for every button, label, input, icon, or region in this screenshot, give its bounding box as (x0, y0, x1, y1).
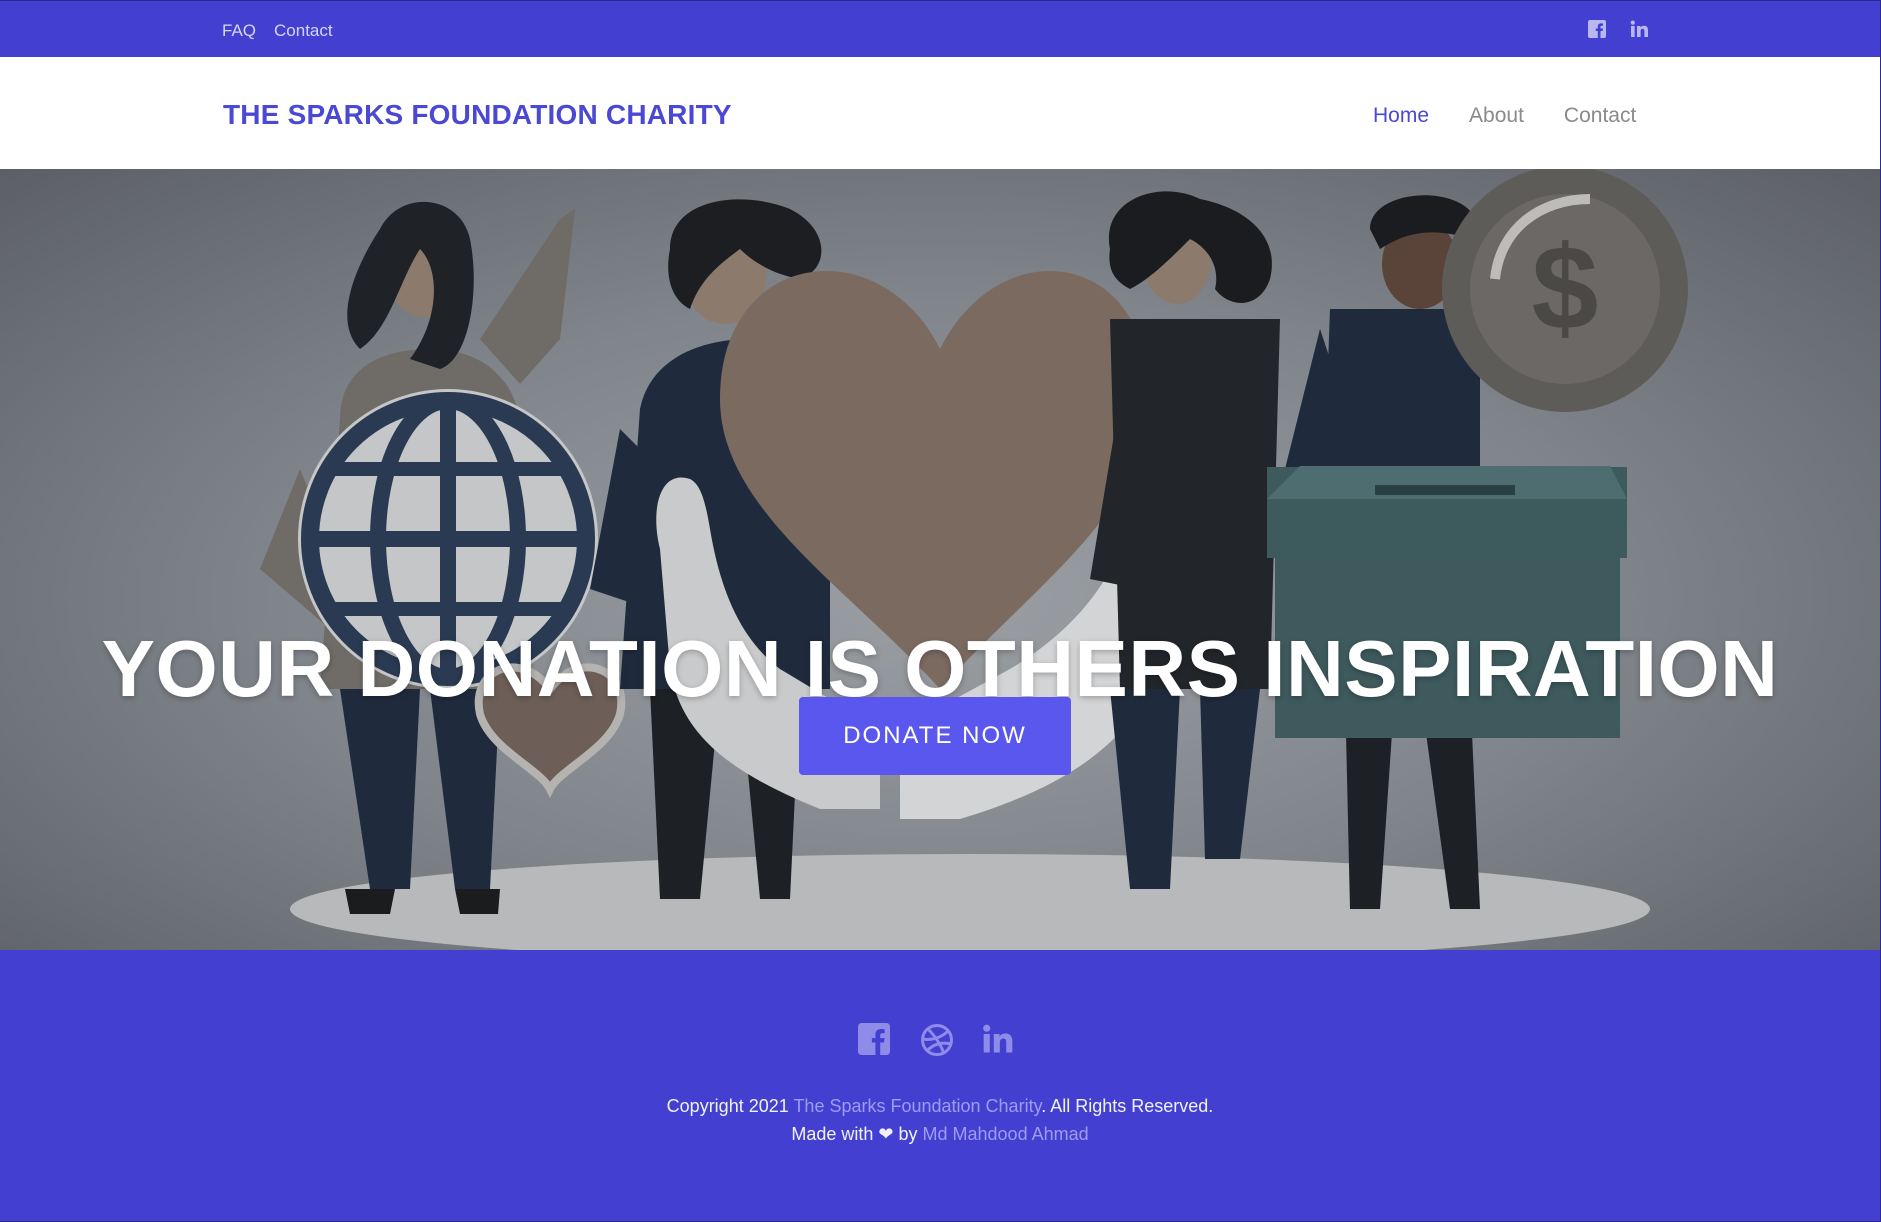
main-nav: Home About Contact (1373, 104, 1636, 128)
person-left-figure (260, 201, 626, 914)
linkedin-icon[interactable] (982, 1023, 1014, 1057)
author-link[interactable]: Md Mahdood Ahmad (923, 1124, 1089, 1144)
heart-icon: ❤ (878, 1124, 894, 1144)
footer-social (858, 1023, 1014, 1057)
svg-text:$: $ (1532, 221, 1599, 355)
dribbble-icon[interactable] (920, 1023, 953, 1057)
copyright-prefix: Copyright 2021 (666, 1096, 794, 1116)
main-navbar: THE SPARKS FOUNDATION CHARITY Home About… (0, 57, 1881, 169)
nav-item-home[interactable]: Home (1373, 104, 1429, 128)
donate-now-button[interactable]: DONATE NOW (799, 697, 1071, 775)
nav-item-contact[interactable]: Contact (1564, 104, 1636, 128)
top-bar: FAQ Contact (0, 0, 1881, 57)
copyright-org-link[interactable]: The Sparks Foundation Charity (793, 1096, 1041, 1116)
nav-item-about[interactable]: About (1469, 104, 1524, 128)
copyright-line: Copyright 2021 The Sparks Foundation Cha… (0, 1092, 1880, 1120)
hero-illustration: $ (260, 169, 1688, 950)
top-contact-link[interactable]: Contact (274, 21, 333, 41)
faq-link[interactable]: FAQ (222, 21, 256, 41)
hero-section: $ YOUR DONATION IS OTHERS INSPIRATION DO… (0, 169, 1880, 950)
made-with-line: Made with ❤ by Md Mahdood Ahmad (0, 1120, 1880, 1148)
made-with-prefix: Made with (791, 1124, 879, 1144)
top-bar-social (1588, 20, 1650, 40)
facebook-icon[interactable] (1588, 20, 1608, 40)
linkedin-icon[interactable] (1630, 20, 1650, 40)
brand-logo-text[interactable]: THE SPARKS FOUNDATION CHARITY (223, 99, 732, 131)
made-with-by: by (893, 1124, 923, 1144)
footer: Copyright 2021 The Sparks Foundation Cha… (0, 950, 1880, 1222)
person-right-figure: $ (1267, 169, 1688, 909)
person-third-figure (1090, 191, 1280, 889)
copyright-suffix: . All Rights Reserved. (1041, 1096, 1214, 1116)
footer-text: Copyright 2021 The Sparks Foundation Cha… (0, 1092, 1880, 1148)
facebook-icon[interactable] (858, 1023, 890, 1057)
top-bar-links: FAQ Contact (222, 21, 333, 41)
